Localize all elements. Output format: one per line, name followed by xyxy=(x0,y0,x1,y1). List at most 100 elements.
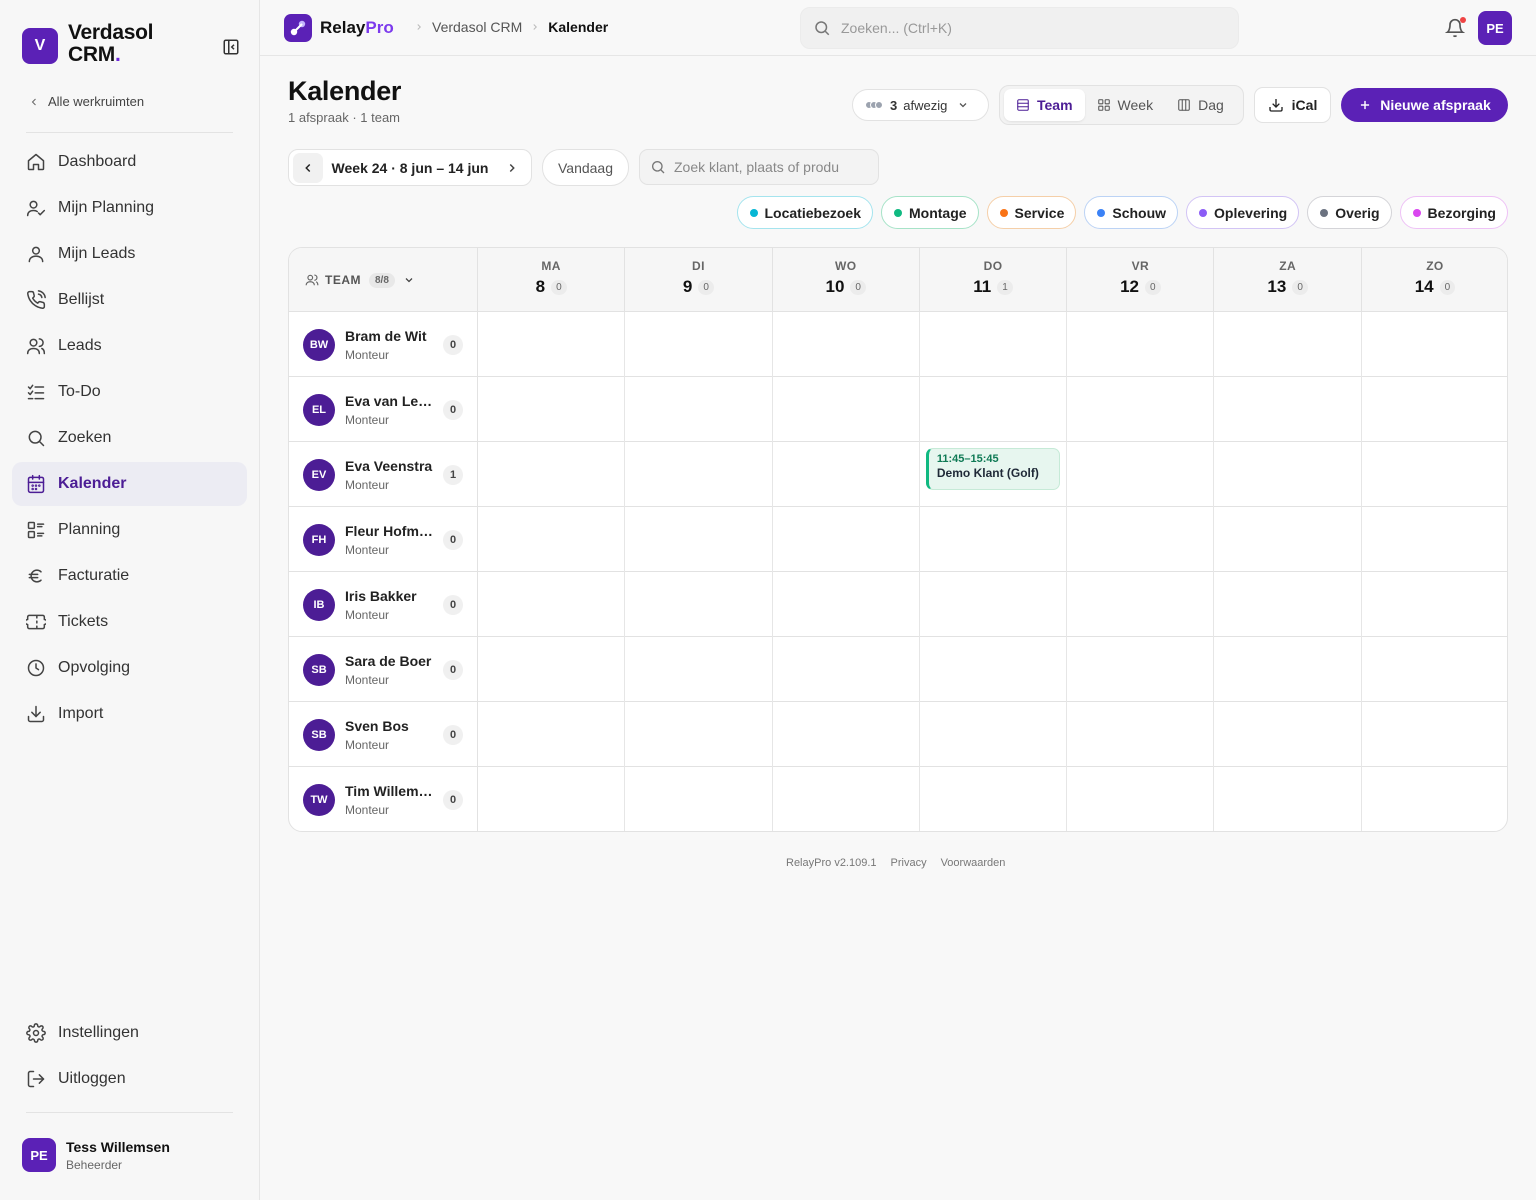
sidebar-item-uitloggen[interactable]: Uitloggen xyxy=(12,1057,247,1101)
calendar-cell[interactable] xyxy=(478,377,626,442)
calendar-cell[interactable] xyxy=(1067,637,1215,702)
calendar-cell[interactable] xyxy=(1215,767,1362,831)
today-button[interactable]: Vandaag xyxy=(542,149,629,186)
calendar-cell[interactable] xyxy=(1067,442,1215,507)
legend-chip-oplevering[interactable]: Oplevering xyxy=(1186,196,1300,229)
sidebar-item-tickets[interactable]: Tickets xyxy=(12,600,247,644)
calendar-cell[interactable] xyxy=(1362,572,1507,637)
calendar-cell[interactable] xyxy=(920,377,1068,442)
legend-chip-overig[interactable]: Overig xyxy=(1307,196,1392,229)
global-search[interactable] xyxy=(800,7,1239,49)
day-header-ma[interactable]: MA 8 0 xyxy=(478,248,626,312)
calendar-cell[interactable] xyxy=(773,702,920,767)
calendar-cell[interactable] xyxy=(625,702,773,767)
absent-dropdown[interactable]: 3 afwezig xyxy=(852,89,989,121)
day-header-do[interactable]: DO 11 1 xyxy=(920,248,1068,312)
sidebar-item-kalender[interactable]: Kalender xyxy=(12,462,247,506)
calendar-cell[interactable] xyxy=(1215,377,1362,442)
calendar-cell[interactable] xyxy=(773,442,920,507)
calendar-cell[interactable] xyxy=(920,572,1068,637)
privacy-link[interactable]: Privacy xyxy=(891,857,927,869)
team-member[interactable]: EL Eva van Leeuwen Monteur 0 xyxy=(289,377,478,442)
calendar-cell[interactable] xyxy=(1362,377,1507,442)
view-week-button[interactable]: Week xyxy=(1085,89,1166,121)
calendar-cell[interactable] xyxy=(625,637,773,702)
sidebar-item-leads[interactable]: Leads xyxy=(12,324,247,368)
calendar-cell[interactable] xyxy=(625,507,773,572)
sidebar-item-opvolging[interactable]: Opvolging xyxy=(12,646,247,690)
calendar-cell[interactable] xyxy=(920,507,1068,572)
sidebar-collapse-icon[interactable] xyxy=(220,36,242,58)
back-to-workspaces-link[interactable]: Alle werkruimten xyxy=(28,94,144,109)
team-member[interactable]: SB Sara de Boer Monteur 0 xyxy=(289,637,478,702)
sidebar-item-instellingen[interactable]: Instellingen xyxy=(12,1011,247,1055)
calendar-cell[interactable] xyxy=(625,312,773,377)
calendar-cell[interactable] xyxy=(773,377,920,442)
calendar-cell[interactable] xyxy=(920,767,1068,831)
legend-chip-schouw[interactable]: Schouw xyxy=(1084,196,1179,229)
calendar-cell[interactable]: 11:45–15:45 Demo Klant (Golf) xyxy=(920,442,1068,507)
view-team-button[interactable]: Team xyxy=(1004,89,1085,121)
calendar-cell[interactable] xyxy=(1215,312,1362,377)
global-search-input[interactable] xyxy=(841,20,1201,36)
calendar-cell[interactable] xyxy=(625,442,773,507)
calendar-cell[interactable] xyxy=(1362,767,1507,831)
app-logo[interactable]: RelayPro xyxy=(284,14,394,42)
calendar-cell[interactable] xyxy=(1067,507,1215,572)
calendar-cell[interactable] xyxy=(773,767,920,831)
current-user[interactable]: PE Tess Willemsen Beheerder xyxy=(22,1138,170,1172)
calendar-cell[interactable] xyxy=(625,377,773,442)
calendar-cell[interactable] xyxy=(1067,312,1215,377)
day-header-zo[interactable]: ZO 14 0 xyxy=(1362,248,1507,312)
calendar-cell[interactable] xyxy=(773,637,920,702)
team-member[interactable]: IB Iris Bakker Monteur 0 xyxy=(289,572,478,637)
legend-chip-bezorging[interactable]: Bezorging xyxy=(1399,196,1508,229)
calendar-cell[interactable] xyxy=(1067,377,1215,442)
next-week-button[interactable] xyxy=(497,153,527,183)
calendar-cell[interactable] xyxy=(1362,312,1507,377)
day-header-di[interactable]: DI 9 0 xyxy=(625,248,773,312)
calendar-cell[interactable] xyxy=(1067,767,1215,831)
calendar-cell[interactable] xyxy=(773,572,920,637)
calendar-cell[interactable] xyxy=(478,442,626,507)
calendar-cell[interactable] xyxy=(1215,702,1362,767)
calendar-cell[interactable] xyxy=(478,572,626,637)
calendar-cell[interactable] xyxy=(478,312,626,377)
calendar-cell[interactable] xyxy=(478,702,626,767)
terms-link[interactable]: Voorwaarden xyxy=(941,857,1006,869)
day-header-vr[interactable]: VR 12 0 xyxy=(1067,248,1215,312)
calendar-cell[interactable] xyxy=(1362,637,1507,702)
team-member[interactable]: EV Eva Veenstra Monteur 1 xyxy=(289,442,478,507)
sidebar-item-dashboard[interactable]: Dashboard xyxy=(12,140,247,184)
calendar-cell[interactable] xyxy=(625,767,773,831)
top-user-avatar[interactable]: PE xyxy=(1478,11,1512,45)
calendar-cell[interactable] xyxy=(920,312,1068,377)
sidebar-item-mijn-planning[interactable]: Mijn Planning xyxy=(12,186,247,230)
calendar-cell[interactable] xyxy=(478,637,626,702)
appointment-card[interactable]: 11:45–15:45 Demo Klant (Golf) xyxy=(925,448,1061,490)
team-member[interactable]: TW Tim Willemsen Monteur 0 xyxy=(289,767,478,831)
calendar-cell[interactable] xyxy=(1215,637,1362,702)
calendar-cell[interactable] xyxy=(1215,572,1362,637)
team-member[interactable]: SB Sven Bos Monteur 0 xyxy=(289,702,478,767)
team-member[interactable]: BW Bram de Wit Monteur 0 xyxy=(289,312,478,377)
sidebar-item-import[interactable]: Import xyxy=(12,692,247,736)
sidebar-item-zoeken[interactable]: Zoeken xyxy=(12,416,247,460)
calendar-cell[interactable] xyxy=(1362,702,1507,767)
calendar-cell[interactable] xyxy=(1362,442,1507,507)
calendar-search-input[interactable] xyxy=(674,159,874,175)
workspace-brand[interactable]: V Verdasol CRM. xyxy=(22,22,153,66)
calendar-cell[interactable] xyxy=(1067,572,1215,637)
calendar-cell[interactable] xyxy=(1215,442,1362,507)
calendar-cell[interactable] xyxy=(478,767,626,831)
calendar-cell[interactable] xyxy=(920,637,1068,702)
calendar-cell[interactable] xyxy=(625,572,773,637)
calendar-search[interactable] xyxy=(639,149,879,185)
calendar-cell[interactable] xyxy=(1362,507,1507,572)
new-appointment-button[interactable]: Nieuwe afspraak xyxy=(1341,88,1508,122)
ical-button[interactable]: iCal xyxy=(1254,87,1331,123)
sidebar-item-mijn-leads[interactable]: Mijn Leads xyxy=(12,232,247,276)
calendar-cell[interactable] xyxy=(1067,702,1215,767)
calendar-cell[interactable] xyxy=(920,702,1068,767)
team-filter[interactable]: TEAM 8/8 xyxy=(289,248,478,312)
